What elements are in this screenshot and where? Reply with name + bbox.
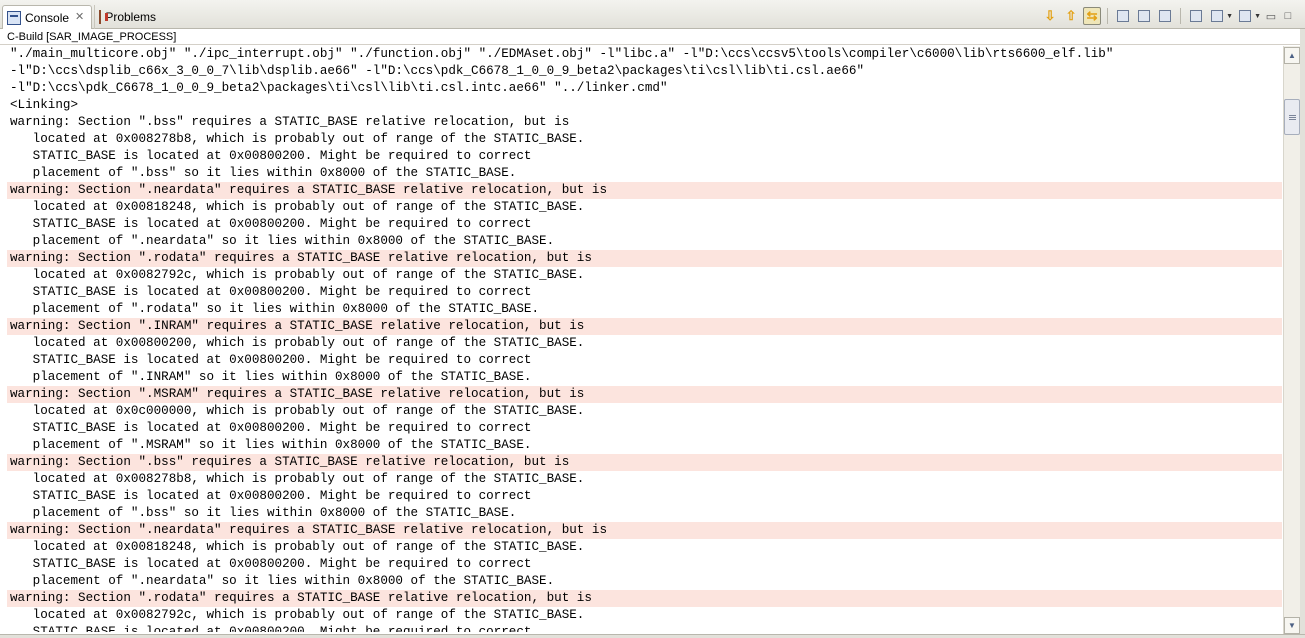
- console-line: STATIC_BASE is located at 0x00800200. Mi…: [10, 217, 532, 231]
- minimize-icon[interactable]: ▭: [1264, 9, 1278, 23]
- console-line: warning: Section ".bss" requires a STATI…: [7, 454, 1282, 471]
- tab-console-label: Console: [25, 10, 70, 25]
- console-line: -l"D:\ccs\pdk_C6678_1_0_0_9_beta2\packag…: [10, 81, 668, 95]
- console-line: warning: Section ".bss" requires a STATI…: [10, 115, 570, 129]
- console-output[interactable]: "./main_multicore.obj" "./ipc_interrupt.…: [7, 46, 1282, 632]
- console-icon: [7, 10, 21, 25]
- console-line: located at 0x008278b8, which is probably…: [10, 132, 585, 146]
- console-line: -l"D:\ccs\dsplib_c66x_3_0_0_7\lib\dsplib…: [10, 64, 864, 78]
- tab-console[interactable]: Console ✕: [2, 5, 92, 29]
- scroll-up-arrow-icon[interactable]: ▲: [1284, 47, 1300, 64]
- tab-problems-label: Problems: [105, 10, 156, 24]
- console-line: located at 0x00800200, which is probably…: [10, 336, 585, 350]
- tab-problems[interactable]: Problems: [94, 5, 162, 29]
- console-line: warning: Section ".rodata" requires a ST…: [7, 250, 1282, 267]
- scrollbar-thumb[interactable]: [1284, 99, 1300, 135]
- console-line: located at 0x00818248, which is probably…: [10, 200, 585, 214]
- maximize-icon[interactable]: □: [1281, 9, 1295, 23]
- scroll-lock-icon[interactable]: ⇆: [1083, 7, 1102, 25]
- console-line: located at 0x0082792c, which is probably…: [10, 608, 585, 622]
- scroll-down-icon[interactable]: ⇩: [1041, 7, 1059, 25]
- console-line: STATIC_BASE is located at 0x00800200. Mi…: [10, 489, 532, 503]
- console-line: "./main_multicore.obj" "./ipc_interrupt.…: [10, 47, 1114, 61]
- console-line: <Linking>: [10, 98, 79, 112]
- chevron-down-icon[interactable]: ▼: [1226, 13, 1233, 20]
- console-line: located at 0x0c000000, which is probably…: [10, 404, 585, 418]
- console-line: placement of ".bss" so it lies within 0x…: [10, 506, 517, 520]
- display-selected-console-icon[interactable]: [1208, 7, 1226, 25]
- console-line: STATIC_BASE is located at 0x00800200. Mi…: [10, 625, 532, 632]
- console-line: STATIC_BASE is located at 0x00800200. Mi…: [10, 285, 532, 299]
- scroll-up-icon[interactable]: ⇧: [1062, 7, 1080, 25]
- console-line: warning: Section ".INRAM" requires a STA…: [7, 318, 1282, 335]
- console-line: warning: Section ".rodata" requires a ST…: [7, 590, 1282, 607]
- console-toolbar: ⇩ ⇧ ⇆ ▼ ▼ ▭ □: [1041, 6, 1295, 26]
- scroll-down-arrow-icon[interactable]: ▼: [1284, 617, 1300, 634]
- console-line: STATIC_BASE is located at 0x00800200. Mi…: [10, 421, 532, 435]
- console-line: placement of ".rodata" so it lies within…: [10, 302, 540, 316]
- console-line: warning: Section ".neardata" requires a …: [7, 182, 1282, 199]
- problems-icon: [99, 10, 110, 24]
- close-icon[interactable]: ✕: [75, 12, 84, 23]
- console-line: warning: Section ".neardata" requires a …: [7, 522, 1282, 539]
- clear-console-icon[interactable]: [1114, 7, 1132, 25]
- vertical-scrollbar[interactable]: ▲ ▼: [1283, 46, 1300, 634]
- view-tab-bar: Console ✕ Problems ⇩ ⇧ ⇆ ▼ ▼ ▭ □: [0, 0, 1305, 29]
- console-line: located at 0x008278b8, which is probably…: [10, 472, 585, 486]
- console-line: warning: Section ".MSRAM" requires a STA…: [7, 386, 1282, 403]
- console-line: STATIC_BASE is located at 0x00800200. Mi…: [10, 149, 532, 163]
- console-line: placement of ".neardata" so it lies with…: [10, 234, 555, 248]
- console-line: located at 0x00818248, which is probably…: [10, 540, 585, 554]
- window-border: [1300, 29, 1305, 638]
- console-line: STATIC_BASE is located at 0x00800200. Mi…: [10, 353, 532, 367]
- new-console-icon[interactable]: [1236, 7, 1254, 25]
- console-line: placement of ".bss" so it lies within 0x…: [10, 166, 517, 180]
- console-line: placement of ".neardata" so it lies with…: [10, 574, 555, 588]
- toolbar-separator: [1180, 8, 1182, 24]
- console-line: placement of ".MSRAM" so it lies within …: [10, 438, 532, 452]
- window-border: [0, 634, 1305, 638]
- console-line: placement of ".INRAM" so it lies within …: [10, 370, 532, 384]
- show-console-icon[interactable]: [1156, 7, 1174, 25]
- console-title: C-Build [SAR_IMAGE_PROCESS]: [0, 29, 1305, 45]
- toolbar-separator: [1107, 8, 1109, 24]
- console-line: located at 0x0082792c, which is probably…: [10, 268, 585, 282]
- chevron-down-icon[interactable]: ▼: [1254, 13, 1261, 20]
- console-line: STATIC_BASE is located at 0x00800200. Mi…: [10, 557, 532, 571]
- open-console-icon[interactable]: [1187, 7, 1205, 25]
- pin-console-icon[interactable]: [1135, 7, 1153, 25]
